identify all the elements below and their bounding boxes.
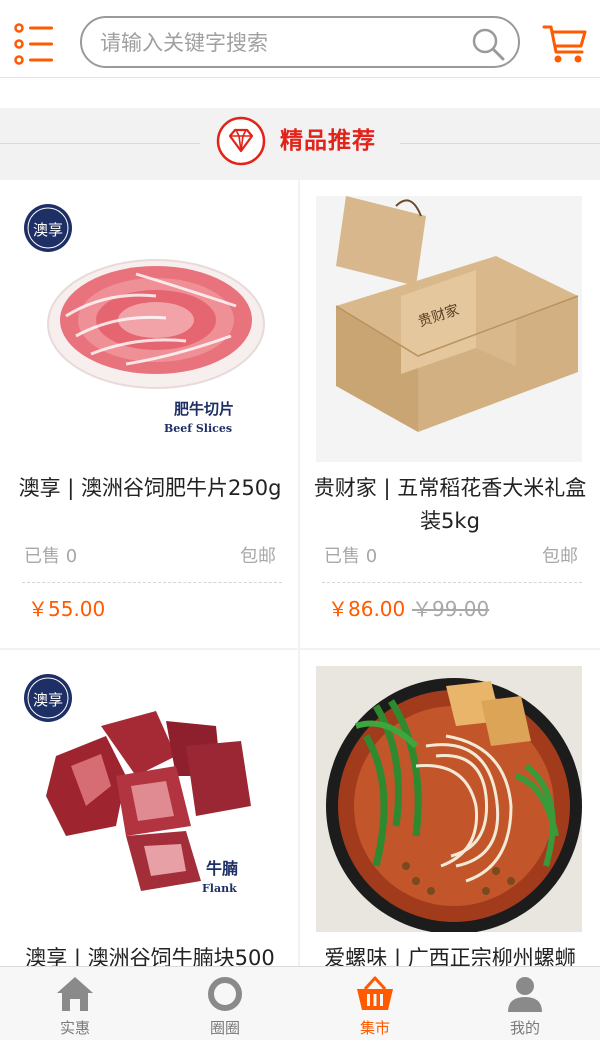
diamond-icon	[216, 116, 266, 166]
image-text-cn: 肥牛切片	[174, 400, 234, 418]
shipping-badge: 包邮	[542, 546, 578, 567]
user-icon	[505, 975, 545, 1013]
section-title: 精品推荐	[280, 128, 376, 154]
image-text-cn: 牛腩	[206, 859, 238, 878]
tab-label: 我的	[509, 1019, 540, 1037]
sold-count: 已售 0	[324, 546, 378, 567]
product-card[interactable]: 贵财家 贵财家 | 五常稻花香大米礼盒装5kg 已售 0 包邮 ￥86.00 ￥…	[300, 180, 600, 648]
search-placeholder: 请输入关键字搜索	[100, 31, 268, 55]
price: ￥86.00	[328, 597, 406, 621]
list-menu-icon[interactable]	[12, 22, 58, 66]
banner-gap	[0, 78, 600, 108]
image-text-en: Flank	[202, 882, 237, 895]
top-bar: 请输入关键字搜索	[0, 0, 600, 78]
tab-jishi[interactable]: 集市	[300, 967, 450, 1040]
tab-quanquan[interactable]: 圈圈	[150, 967, 300, 1040]
brand-badge-text: 澳享	[33, 221, 63, 239]
product-image[interactable]: 贵财家	[316, 196, 582, 462]
section-header: 精品推荐	[0, 108, 600, 178]
product-image[interactable]: 澳享 牛腩 Flank	[16, 666, 282, 932]
tab-wode[interactable]: 我的	[450, 967, 600, 1040]
divider	[400, 143, 600, 144]
sold-count: 已售 0	[24, 546, 78, 567]
product-card[interactable]: 澳享 牛腩 Flank 澳享 | 澳洲谷饲牛腩块500	[0, 650, 298, 980]
product-grid: 澳享 肥牛切片 Beef Slices 澳享 | 澳洲谷饲肥牛片250g 已售 …	[0, 180, 600, 980]
price: ￥55.00	[28, 597, 106, 621]
product-card[interactable]: 澳享 肥牛切片 Beef Slices 澳享 | 澳洲谷饲肥牛片250g 已售 …	[0, 180, 298, 648]
shipping-badge: 包邮	[240, 546, 276, 567]
product-title[interactable]: 澳享 | 澳洲谷饲肥牛片250g	[12, 472, 288, 505]
cart-icon[interactable]	[542, 22, 588, 66]
tab-label: 集市	[359, 1019, 390, 1037]
tab-label: 实惠	[59, 1019, 90, 1037]
search-icon[interactable]	[470, 26, 506, 62]
divider	[0, 143, 200, 144]
product-image[interactable]: 澳享 肥牛切片 Beef Slices	[16, 196, 282, 462]
circle-icon	[205, 975, 245, 1013]
original-price: ￥99.00	[412, 597, 490, 621]
product-image[interactable]	[316, 666, 582, 932]
basket-icon	[355, 975, 395, 1013]
search-input[interactable]: 请输入关键字搜索	[80, 16, 520, 68]
divider	[322, 582, 582, 583]
brand-badge-text: 澳享	[33, 691, 63, 709]
page: 请输入关键字搜索 精品推荐 澳享 肥牛切片 Beef Slices 澳享 | 澳…	[0, 0, 600, 1040]
bottom-tab-bar: 实惠 圈圈 集市 我的	[0, 966, 600, 1040]
tab-label: 圈圈	[209, 1019, 240, 1037]
tab-shihui[interactable]: 实惠	[0, 967, 150, 1040]
image-text-en: Beef Slices	[164, 422, 232, 435]
divider	[22, 582, 282, 583]
product-title[interactable]: 贵财家 | 五常稻花香大米礼盒装5kg	[312, 472, 588, 538]
product-card[interactable]: 爱螺味 | 广西正宗柳州螺蛳	[300, 650, 600, 980]
home-icon	[55, 975, 95, 1013]
